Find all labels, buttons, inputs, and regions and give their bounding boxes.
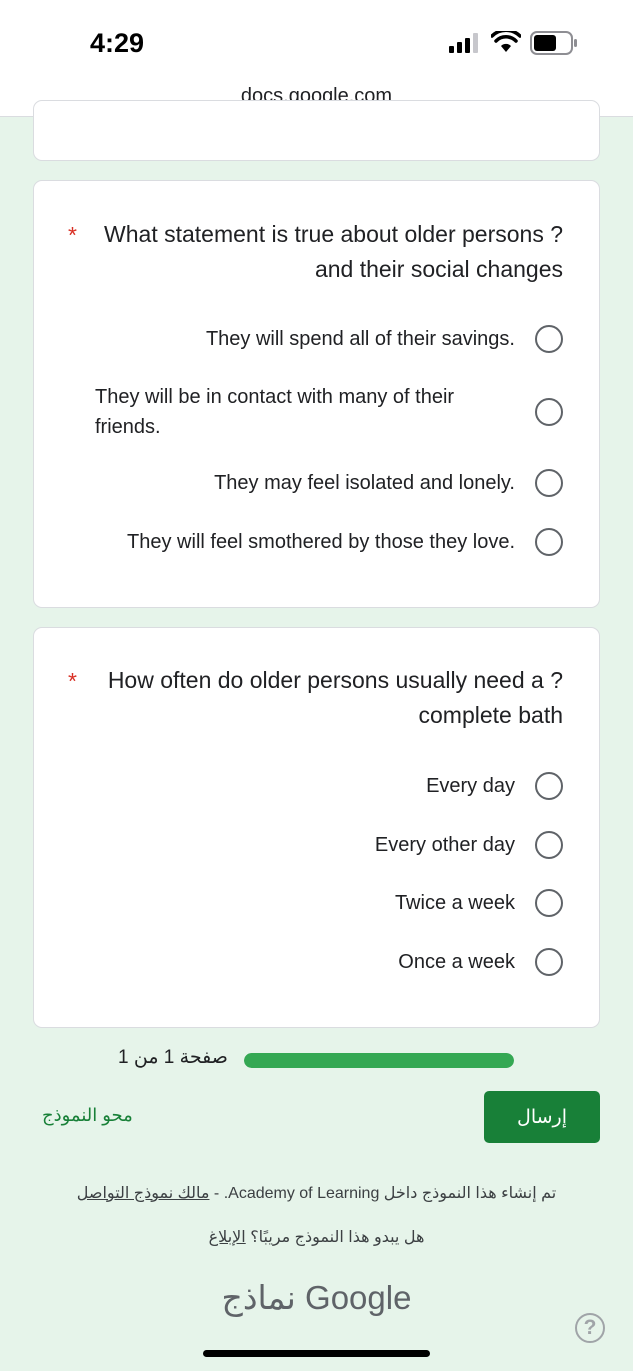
option-label: They will feel smothered by those they l… <box>127 531 515 553</box>
radio-option[interactable]: Twice a week <box>395 888 563 918</box>
option-label: Every other day <box>374 834 515 856</box>
footer-created-text: تم إنشاء هذا النموذج داخل Academy of Lea… <box>223 1185 557 1202</box>
radio-button[interactable] <box>535 469 563 497</box>
clear-form-link[interactable]: محو النموذج <box>42 1105 133 1126</box>
form-header-card <box>33 100 600 161</box>
option-label: They will spend all of their savings. <box>205 328 515 350</box>
radio-button[interactable] <box>535 948 563 976</box>
option-label: Twice a week <box>394 892 515 914</box>
google-forms-logo: Google نماذج <box>221 1279 412 1316</box>
radio-option[interactable]: Once a week <box>398 947 563 977</box>
wifi-icon <box>491 31 521 52</box>
footer-report-text: هل يبدو هذا النموذج مريبًا؟ <box>250 1229 425 1246</box>
question-title: What statement is true about older perso… <box>104 221 563 282</box>
report-link[interactable]: الإبلاغ <box>209 1229 246 1246</box>
radio-button[interactable] <box>535 528 563 556</box>
progress-fill <box>244 1053 514 1068</box>
required-marker: * <box>68 668 77 694</box>
footer-report: هل يبدو هذا النموذج مريبًا؟ الإبلاغ <box>0 1227 633 1247</box>
required-marker: * <box>68 222 77 248</box>
radio-button[interactable] <box>535 889 563 917</box>
question-card: * How often do older persons usually nee… <box>33 627 600 1028</box>
radio-option[interactable]: Every other day <box>375 830 563 860</box>
progress-bar <box>244 1053 514 1068</box>
question-card: * What statement is true about older per… <box>33 180 600 608</box>
radio-button[interactable] <box>535 398 563 426</box>
progress-label: صفحة 1 من 1 <box>118 1047 228 1068</box>
radio-button[interactable] <box>535 831 563 859</box>
option-label: Every day <box>426 775 515 797</box>
radio-option[interactable]: They may feel isolated and lonely. <box>214 468 563 498</box>
battery-icon <box>530 31 577 55</box>
contact-owner-link[interactable]: مالك نموذج التواصل <box>77 1185 210 1202</box>
radio-button[interactable] <box>535 325 563 353</box>
radio-button[interactable] <box>535 772 563 800</box>
submit-button[interactable]: إرسال <box>484 1091 600 1143</box>
status-bar: 4:29 <box>0 0 633 78</box>
radio-option[interactable]: They will spend all of their savings. <box>206 324 563 354</box>
option-label: Once a week <box>398 951 515 973</box>
status-time: 4:29 <box>90 28 145 58</box>
question-title: How often do older persons usually need … <box>107 667 563 728</box>
option-label: They will be in contact with many of the… <box>95 386 455 438</box>
radio-option[interactable]: They will be in contact with many of the… <box>95 382 563 442</box>
home-indicator <box>203 1350 430 1357</box>
option-label: They may feel isolated and lonely. <box>214 472 515 494</box>
radio-option[interactable]: They will feel smothered by those they l… <box>127 527 563 557</box>
help-icon[interactable]: ? <box>575 1313 605 1343</box>
radio-option[interactable]: Every day <box>426 771 563 801</box>
signal-icon <box>449 33 481 53</box>
footer-separator: - <box>209 1185 224 1202</box>
footer-created: تم إنشاء هذا النموذج داخل Academy of Lea… <box>0 1183 633 1203</box>
